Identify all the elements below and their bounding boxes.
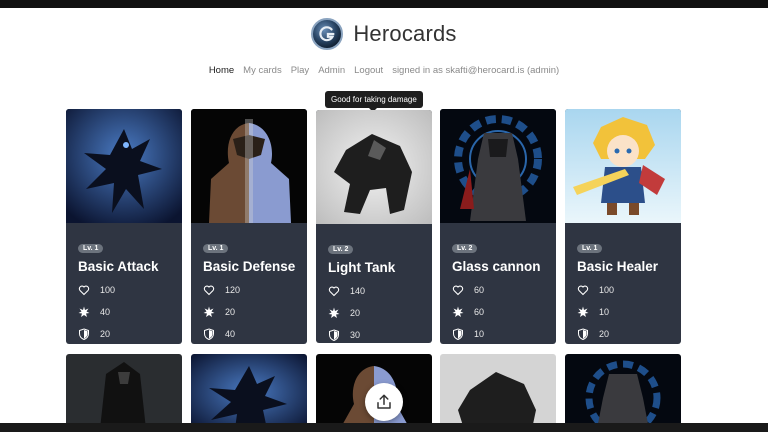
burst-icon	[452, 306, 464, 317]
card-art-split-warrior	[191, 109, 307, 223]
burst-icon	[203, 306, 215, 317]
stat-attack: 20	[328, 306, 424, 319]
heart-icon	[577, 285, 589, 295]
heart-icon	[78, 285, 90, 295]
card-art-gear-knight	[440, 109, 556, 223]
burst-icon	[78, 306, 90, 317]
hero-card-partial[interactable]	[66, 354, 182, 423]
burst-icon	[328, 307, 340, 318]
main-nav: Home My cards Play Admin Logout signed i…	[0, 65, 768, 76]
defense-value: 30	[350, 329, 361, 340]
defense-value: 10	[474, 328, 485, 339]
stat-health: 60	[452, 283, 548, 296]
level-badge: Lv. 1	[78, 244, 104, 253]
health-value: 120	[225, 284, 241, 295]
stat-attack: 10	[577, 305, 673, 318]
attack-value: 10	[599, 306, 610, 317]
stat-attack: 60	[452, 305, 548, 318]
level-badge: Lv. 1	[203, 244, 229, 253]
hero-card-partial[interactable]	[440, 354, 556, 423]
card-name: Glass cannon	[452, 259, 541, 274]
stat-health: 140	[328, 284, 424, 297]
upload-button[interactable]	[365, 383, 403, 421]
stat-attack: 40	[78, 305, 174, 318]
heart-icon	[203, 285, 215, 295]
nav-home[interactable]: Home	[209, 65, 234, 76]
nav-admin[interactable]: Admin	[318, 65, 345, 76]
stat-defense: 40	[203, 327, 299, 340]
page: Herocards Home My cards Play Admin Logou…	[0, 8, 768, 423]
health-value: 140	[350, 285, 366, 296]
stat-defense: 10	[452, 327, 548, 340]
card-body: Lv. 2 Light Tank 140 20 30	[328, 238, 424, 341]
card-name: Basic Healer	[577, 259, 659, 274]
stat-defense: 20	[78, 327, 174, 340]
hero-card[interactable]: Lv. 1 Basic Healer 100 10 20	[565, 109, 681, 344]
stat-attack: 20	[203, 305, 299, 318]
stat-health: 120	[203, 283, 299, 296]
card-body: Lv. 1 Basic Attack 100 40 20	[78, 237, 174, 340]
hero-card[interactable]: Lv. 1 Basic Attack 100 40 20	[66, 109, 182, 344]
level-badge: Lv. 2	[452, 244, 478, 253]
brand-title[interactable]: Herocards	[353, 21, 456, 47]
attack-value: 20	[225, 306, 236, 317]
card-art-blue-demon	[191, 354, 307, 423]
attack-value: 60	[474, 306, 485, 317]
shield-icon	[204, 327, 214, 340]
hero-card[interactable]: Lv. 2 Glass cannon 60 60 10	[440, 109, 556, 344]
defense-value: 20	[100, 328, 111, 339]
level-badge: Lv. 2	[328, 245, 354, 254]
health-value: 100	[599, 284, 615, 295]
card-art-dark-rogue	[66, 354, 182, 423]
card-art-grey-mech	[440, 354, 556, 423]
heart-icon	[328, 286, 340, 296]
stat-health: 100	[577, 283, 673, 296]
card-tooltip: Good for taking damage	[325, 91, 423, 112]
site-header: Herocards	[0, 14, 768, 54]
defense-value: 40	[225, 328, 236, 339]
hero-card[interactable]: Lv. 1 Basic Defense 120 20 40	[191, 109, 307, 344]
nav-play[interactable]: Play	[291, 65, 309, 76]
upload-icon	[377, 394, 391, 409]
window-bottom-bar	[0, 423, 768, 432]
shield-icon	[453, 327, 463, 340]
shield-icon	[79, 327, 89, 340]
herocards-logo-icon[interactable]	[311, 18, 344, 50]
card-body: Lv. 1 Basic Healer 100 10 20	[577, 237, 673, 340]
attack-value: 20	[350, 307, 361, 318]
card-art-grey-mech	[316, 110, 432, 224]
defense-value: 20	[599, 328, 610, 339]
health-value: 100	[100, 284, 116, 295]
hero-card[interactable]: Lv. 2 Light Tank 140 20 30	[316, 110, 432, 343]
stat-defense: 20	[577, 327, 673, 340]
heart-icon	[452, 285, 464, 295]
attack-value: 40	[100, 306, 111, 317]
stat-health: 100	[78, 283, 174, 296]
burst-icon	[577, 306, 589, 317]
nav-logout[interactable]: Logout	[354, 65, 383, 76]
stat-defense: 30	[328, 328, 424, 341]
card-name: Light Tank	[328, 260, 396, 275]
card-art-gear-knight	[565, 354, 681, 423]
level-badge: Lv. 1	[577, 244, 603, 253]
window-top-bar	[0, 0, 768, 8]
card-body: Lv. 1 Basic Defense 120 20 40	[203, 237, 299, 340]
shield-icon	[329, 328, 339, 341]
card-art-chibi-hero	[565, 109, 681, 223]
card-name: Basic Defense	[203, 259, 296, 274]
health-value: 60	[474, 284, 485, 295]
nav-my-cards[interactable]: My cards	[243, 65, 282, 76]
card-name: Basic Attack	[78, 259, 159, 274]
card-art-blue-demon	[66, 109, 182, 223]
shield-icon	[578, 327, 588, 340]
signed-in-status: signed in as skafti@herocard.is (admin)	[392, 65, 560, 76]
card-body: Lv. 2 Glass cannon 60 60 10	[452, 237, 548, 340]
hero-card-partial[interactable]	[191, 354, 307, 423]
hero-card-partial[interactable]	[565, 354, 681, 423]
